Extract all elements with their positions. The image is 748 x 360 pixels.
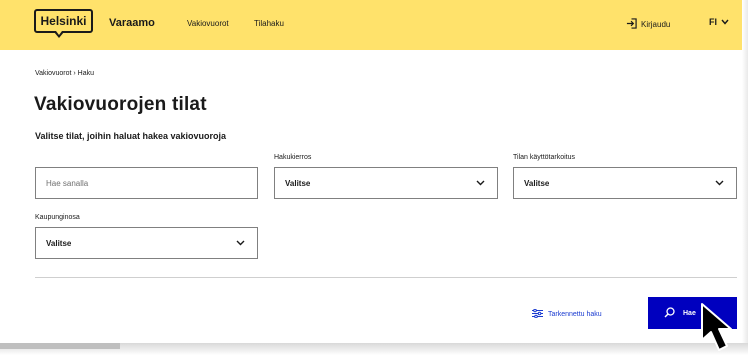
kayttotarkoitus-select[interactable]: Valitse	[513, 167, 737, 199]
nav-link-vakiovuorot[interactable]: Vakiovuorot	[187, 19, 229, 28]
keyword-search-placeholder: Hae sanalla	[46, 178, 89, 188]
hakukierros-select[interactable]: Valitse	[274, 167, 498, 199]
login-icon	[626, 18, 637, 31]
kaupunginosa-label: Kaupunginosa	[35, 214, 80, 221]
search-button-label: Hae	[683, 309, 696, 317]
app-name-link[interactable]: Varaamo	[109, 17, 155, 29]
language-selector[interactable]: FI	[709, 17, 729, 27]
login-button[interactable]: Kirjaudu	[626, 18, 670, 31]
helsinki-logo[interactable]: Helsinki	[34, 9, 93, 38]
chevron-down-icon	[715, 179, 724, 188]
sliders-icon	[532, 308, 543, 320]
page: Helsinki Varaamo Vakiovuorot Tilahaku Ki…	[0, 0, 748, 343]
hakukierros-value: Valitse	[285, 178, 311, 188]
page-title: Vakiovuorojen tilat	[34, 94, 207, 115]
window-edge-shadow	[742, 0, 748, 343]
advanced-search-toggle[interactable]: Tarkennettu haku	[532, 308, 602, 320]
kayttotarkoitus-label: Tilan käyttötarkoitus	[513, 154, 575, 161]
nav-link-tilahaku[interactable]: Tilahaku	[254, 19, 284, 28]
chevron-down-icon	[721, 17, 729, 27]
hakukierros-label: Hakukierros	[274, 154, 312, 161]
window-bottom-shadow	[0, 343, 748, 355]
page-subtitle: Valitse tilat, joihin haluat hakea vakio…	[35, 131, 227, 141]
top-header: Helsinki Varaamo Vakiovuorot Tilahaku Ki…	[0, 0, 742, 50]
chevron-down-icon	[476, 179, 485, 188]
search-icon	[664, 306, 675, 320]
mouse-pointer-icon	[700, 302, 746, 360]
keyword-search-input[interactable]: Hae sanalla	[35, 167, 258, 199]
login-label: Kirjaudu	[641, 20, 671, 29]
kaupunginosa-select[interactable]: Valitse	[35, 227, 258, 259]
language-code: FI	[709, 17, 717, 27]
chevron-down-icon	[236, 239, 245, 248]
breadcrumb[interactable]: Vakiovuorot › Haku	[35, 70, 94, 77]
kaupunginosa-value: Valitse	[46, 238, 72, 248]
advanced-search-label: Tarkennettu haku	[548, 311, 602, 318]
kayttotarkoitus-value: Valitse	[524, 178, 550, 188]
form-divider	[35, 277, 737, 278]
